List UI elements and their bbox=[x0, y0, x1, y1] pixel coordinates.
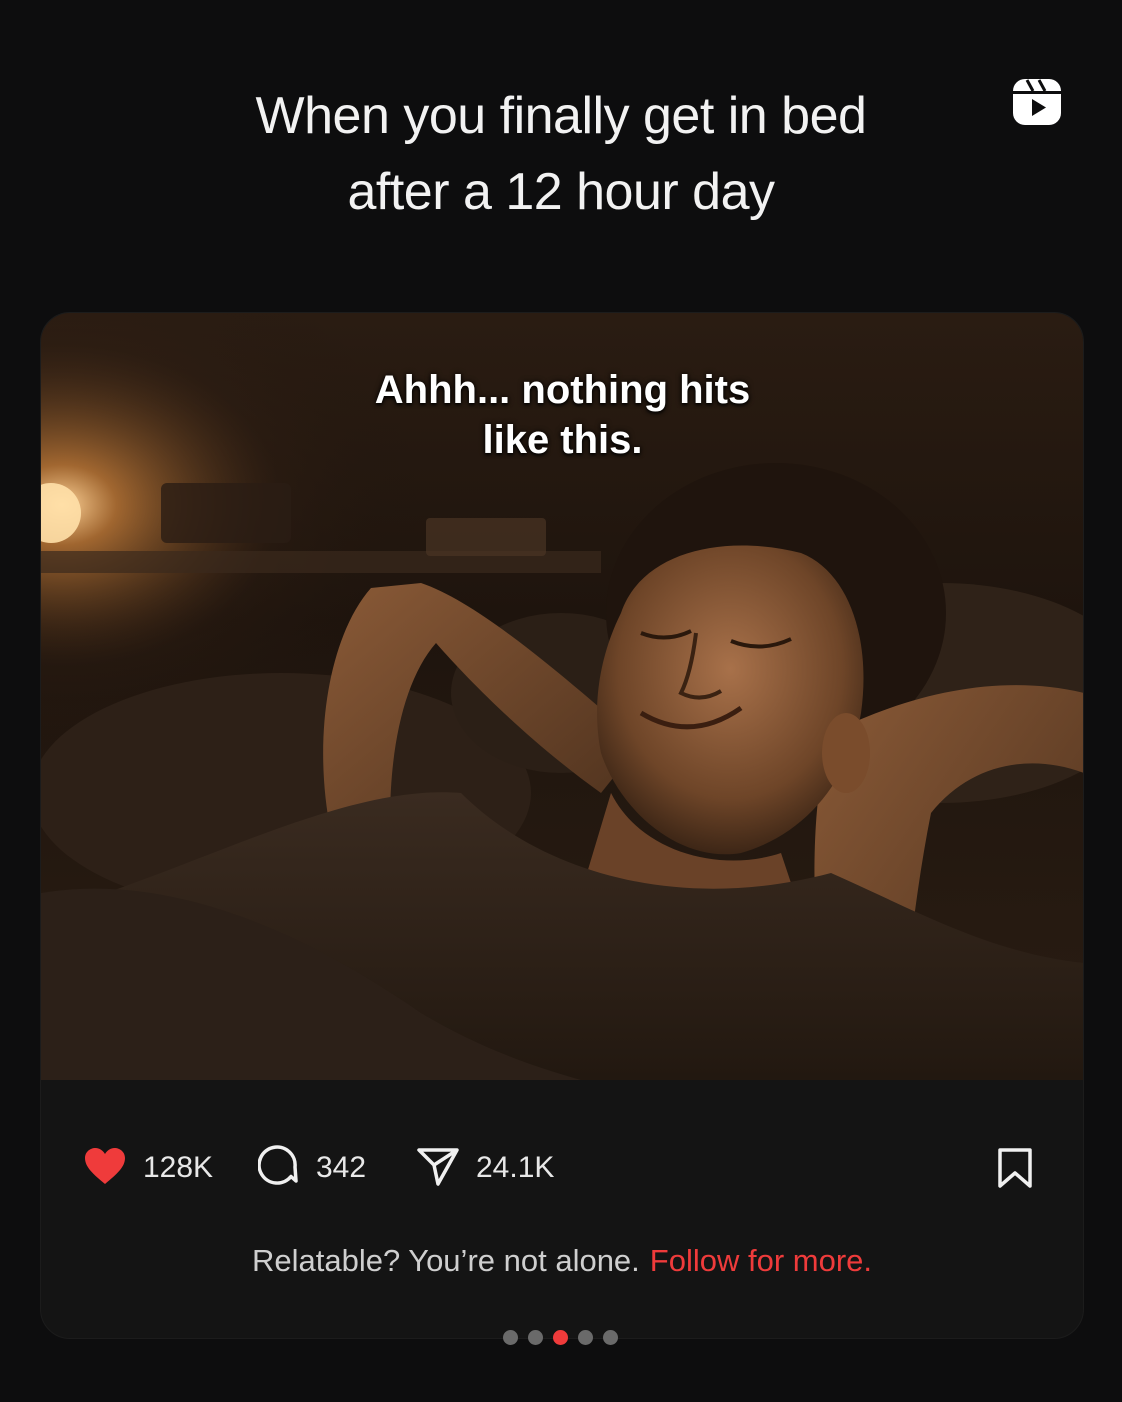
pagination-dot[interactable] bbox=[578, 1330, 593, 1345]
image-caption-line-1: Ahhh... nothing hits bbox=[374, 368, 751, 412]
share-count: 24.1K bbox=[476, 1151, 555, 1184]
follow-link[interactable]: Follow for more. bbox=[650, 1243, 872, 1278]
image-caption: Ahhh... nothing hits like this. bbox=[41, 365, 1083, 465]
headline-line-1: When you finally get in bed bbox=[255, 87, 867, 145]
post-photo[interactable]: Ahhh... nothing hits like this. bbox=[41, 313, 1083, 1080]
pagination-dot-active[interactable] bbox=[553, 1330, 568, 1345]
reels-icon[interactable] bbox=[1010, 76, 1064, 130]
pagination-dot[interactable] bbox=[603, 1330, 618, 1345]
headline: When you finally get in bed after a 12 h… bbox=[0, 78, 1122, 230]
footer-text: Relatable? You’re not alone. bbox=[251, 1243, 640, 1278]
post-footer: Relatable? You’re not alone. Follow for m… bbox=[41, 1243, 1083, 1279]
comment-icon bbox=[257, 1144, 300, 1192]
share-button[interactable]: 24.1K bbox=[416, 1143, 554, 1193]
like-count: 128K bbox=[143, 1151, 214, 1184]
pagination-dot[interactable] bbox=[503, 1330, 518, 1345]
comment-count: 342 bbox=[316, 1151, 367, 1184]
post-card: Ahhh... nothing hits like this. 128K 342 bbox=[40, 312, 1084, 1339]
comment-button[interactable]: 342 bbox=[257, 1143, 367, 1193]
post-actions: 128K 342 24.1K bbox=[41, 1143, 1083, 1193]
heart-icon bbox=[83, 1146, 127, 1191]
image-caption-line-2: like this. bbox=[482, 418, 643, 462]
bookmark-icon bbox=[996, 1148, 1034, 1193]
like-button[interactable]: 128K bbox=[83, 1143, 213, 1193]
headline-line-2: after a 12 hour day bbox=[347, 163, 775, 221]
bookmark-button[interactable] bbox=[996, 1147, 1034, 1189]
pagination-dot[interactable] bbox=[528, 1330, 543, 1345]
pagination-dots bbox=[503, 1330, 618, 1346]
share-icon bbox=[416, 1145, 460, 1192]
